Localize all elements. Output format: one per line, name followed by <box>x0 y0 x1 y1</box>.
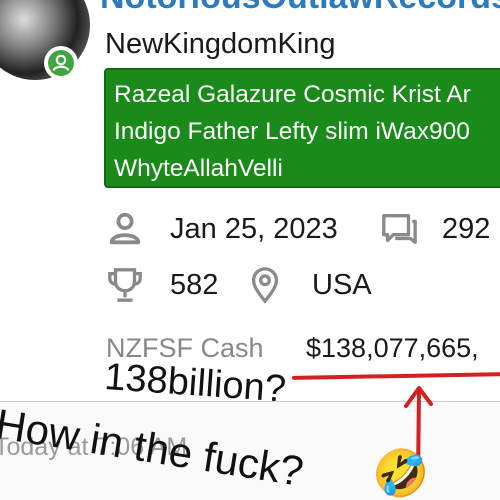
cut-off-title[interactable]: NotoriousOutlawRecords <box>100 0 500 17</box>
message-count: 292 <box>442 212 491 245</box>
trophy-icon <box>104 264 146 306</box>
banner-line: WhyteAllahVelli <box>114 155 283 182</box>
banner-line: Razeal Galazure Cosmic Krist Ar <box>114 81 471 108</box>
location-pin-icon <box>244 264 286 306</box>
user-title-banner: Razeal Galazure Cosmic Krist Ar Indigo F… <box>104 68 500 188</box>
cash-value: $138,077,665, <box>306 333 479 363</box>
joined-date: Jan 25, 2023 <box>170 212 338 245</box>
person-icon <box>104 208 146 250</box>
chat-icon <box>378 208 420 250</box>
username[interactable]: NewKingdomKing <box>105 28 336 61</box>
trophies-row: 582 <box>104 264 218 306</box>
online-status-icon <box>44 46 78 80</box>
banner-line: Indigo Father Lefty slim iWax900 <box>114 118 470 145</box>
location: USA <box>312 268 372 301</box>
joined-row: Jan 25, 2023 <box>104 208 338 250</box>
red-underline-annotation <box>291 372 500 380</box>
trophy-points: 582 <box>170 268 219 301</box>
location-row: USA <box>244 264 372 306</box>
laughing-emoji-icon: 🤣 <box>372 447 430 499</box>
messages-row: 292 <box>378 208 490 250</box>
